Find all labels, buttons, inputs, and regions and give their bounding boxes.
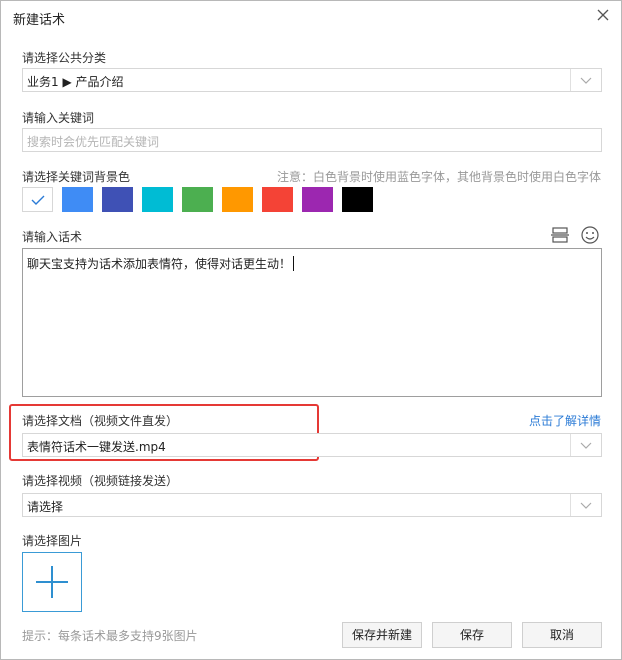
color-swatch-purple[interactable] bbox=[302, 187, 333, 212]
select-divider bbox=[570, 434, 571, 456]
color-swatch-orange[interactable] bbox=[222, 187, 253, 212]
bg-color-note: 注意：白色背景时使用蓝色字体，其他背景色时使用白色字体 bbox=[276, 170, 601, 184]
save-button[interactable]: 保存 bbox=[432, 622, 512, 648]
split-button[interactable] bbox=[550, 225, 570, 245]
check-icon bbox=[31, 195, 45, 205]
chevron-down-icon bbox=[580, 502, 592, 509]
image-upload-button[interactable] bbox=[22, 552, 82, 612]
dialog-title: 新建话术 bbox=[13, 13, 66, 28]
select-divider bbox=[570, 494, 571, 516]
chevron-down-icon bbox=[580, 77, 592, 84]
document-label: 请选择文档（视频文件直发） bbox=[22, 414, 179, 428]
document-select[interactable]: 表情符话术一键发送.mp4 bbox=[22, 433, 602, 457]
learn-more-link[interactable]: 点击了解详情 bbox=[529, 412, 601, 429]
category-label: 请选择公共分类 bbox=[22, 51, 107, 65]
chevron-down-icon bbox=[580, 442, 592, 449]
script-label: 请输入话术 bbox=[22, 230, 83, 244]
new-script-dialog: 新建话术 请选择公共分类 业务1 ▶ 产品介绍 请输入关键词 搜索时会优先匹配关… bbox=[0, 0, 622, 660]
color-swatch-indigo[interactable] bbox=[102, 187, 133, 212]
script-textarea[interactable]: 聊天宝支持为话术添加表情符，使得对话更生动！ bbox=[22, 248, 602, 397]
color-swatch-red[interactable] bbox=[262, 187, 293, 212]
document-value: 表情符话术一键发送.mp4 bbox=[27, 440, 166, 454]
script-content: 聊天宝支持为话术添加表情符，使得对话更生动！ bbox=[27, 257, 292, 271]
close-button[interactable] bbox=[593, 5, 613, 25]
select-divider bbox=[570, 69, 571, 91]
bg-color-label: 请选择关键词背景色 bbox=[22, 170, 131, 184]
cancel-button[interactable]: 取消 bbox=[522, 622, 602, 648]
save-and-new-button[interactable]: 保存并新建 bbox=[342, 622, 422, 648]
keyword-label: 请输入关键词 bbox=[22, 111, 95, 125]
plus-icon-bar bbox=[36, 581, 68, 583]
category-select[interactable]: 业务1 ▶ 产品介绍 bbox=[22, 68, 602, 92]
script-text-line: 聊天宝支持为话术添加表情符，使得对话更生动！ bbox=[27, 255, 295, 272]
keyword-input[interactable]: 搜索时会优先匹配关键词 bbox=[22, 128, 602, 152]
image-label: 请选择图片 bbox=[22, 534, 83, 548]
video-label: 请选择视频（视频链接发送） bbox=[22, 474, 179, 488]
text-caret bbox=[293, 256, 295, 271]
video-value: 请选择 bbox=[27, 500, 64, 514]
titlebar: 新建话术 bbox=[1, 1, 621, 31]
split-icon bbox=[551, 227, 569, 243]
color-swatch-green[interactable] bbox=[182, 187, 213, 212]
category-value: 业务1 ▶ 产品介绍 bbox=[27, 75, 124, 89]
color-swatch-white[interactable] bbox=[22, 187, 53, 212]
video-select[interactable]: 请选择 bbox=[22, 493, 602, 517]
close-icon bbox=[597, 9, 609, 21]
emoji-icon bbox=[581, 226, 599, 244]
image-limit-hint: 提示：每条话术最多支持9张图片 bbox=[22, 629, 198, 643]
color-swatch-black[interactable] bbox=[342, 187, 373, 212]
keyword-placeholder: 搜索时会优先匹配关键词 bbox=[27, 135, 160, 149]
color-swatch-blue[interactable] bbox=[62, 187, 93, 212]
emoji-button[interactable] bbox=[580, 225, 600, 245]
color-swatch-cyan[interactable] bbox=[142, 187, 173, 212]
